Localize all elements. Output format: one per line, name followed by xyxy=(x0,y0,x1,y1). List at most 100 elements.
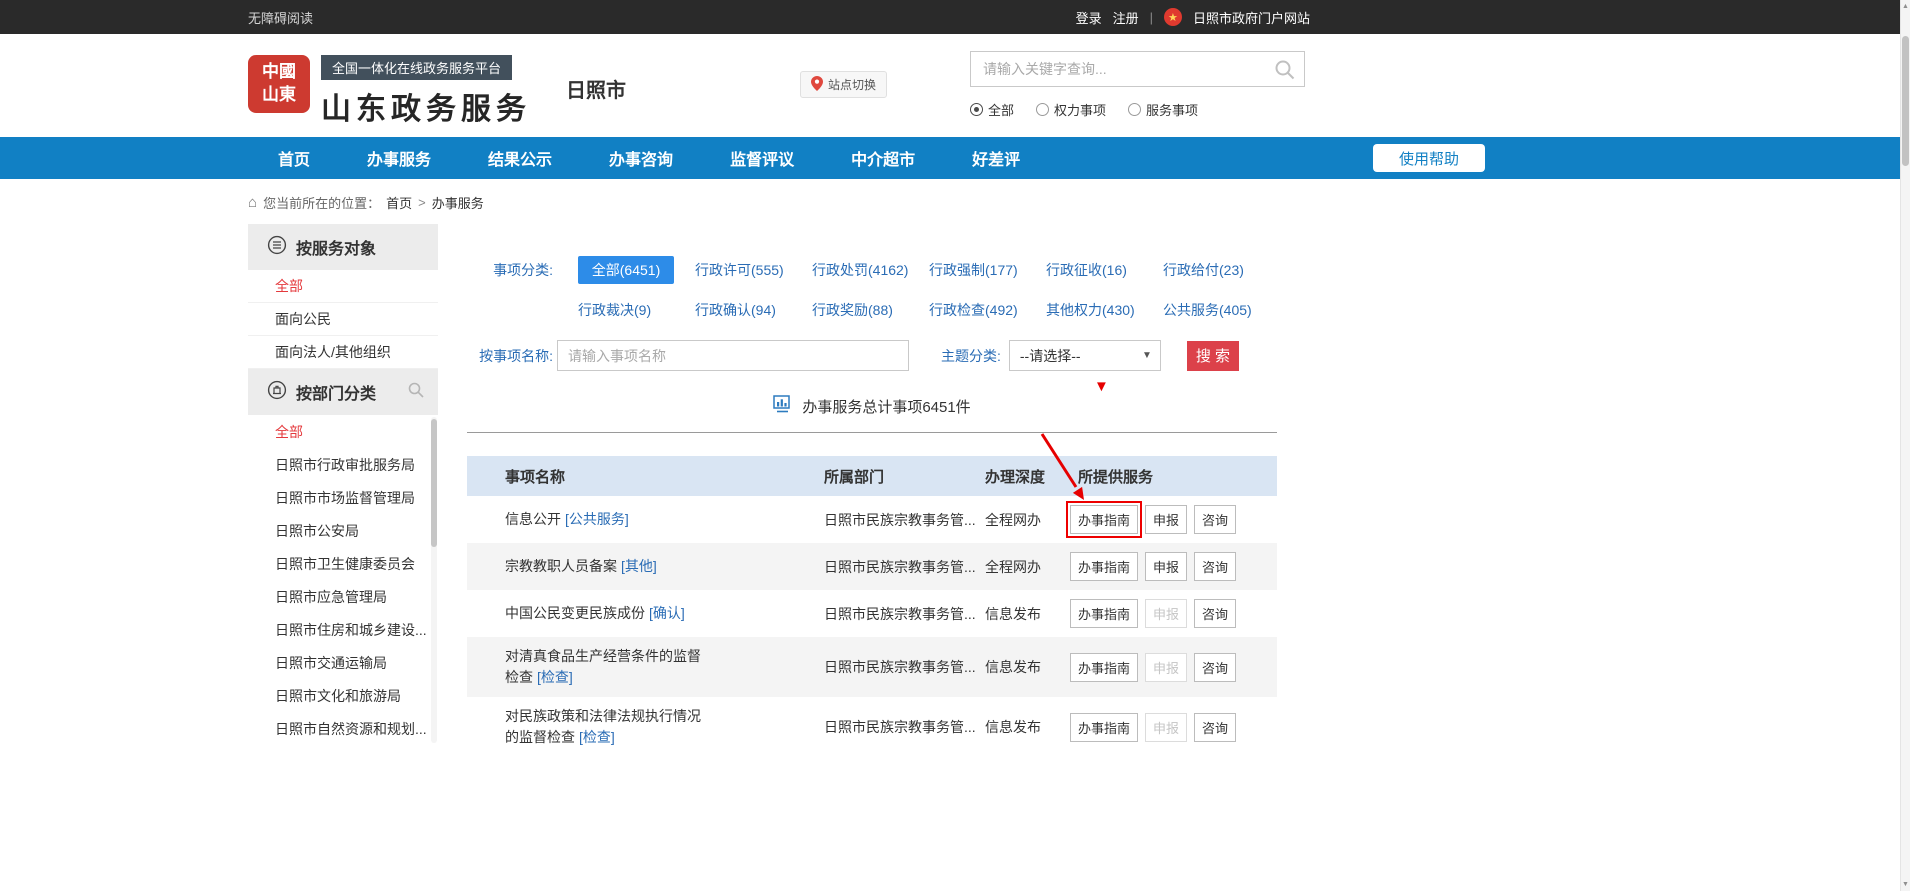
government-emblem-icon: ★ xyxy=(1164,8,1182,26)
nav-services[interactable]: 办事服务 xyxy=(367,146,431,170)
nav-home[interactable]: 首页 xyxy=(278,146,310,170)
nav-consultation[interactable]: 办事咨询 xyxy=(609,146,673,170)
radio-service-items-label: 服务事项 xyxy=(1146,100,1198,119)
nav-rating[interactable]: 好差评 xyxy=(972,146,1020,170)
item-name[interactable]: 对清真食品生产经营条件的监督检查 xyxy=(505,648,701,685)
radio-all[interactable]: 全部 xyxy=(970,100,1014,119)
consult-button[interactable]: 咨询 xyxy=(1194,505,1236,534)
radio-power-items[interactable]: 权力事项 xyxy=(1036,100,1106,119)
sidebar-scrollbar-track[interactable] xyxy=(431,417,437,743)
sidebar-scrollbar-thumb[interactable] xyxy=(431,419,437,547)
category-administrative-ruling[interactable]: 行政裁决(9) xyxy=(578,296,695,324)
category-administrative-award[interactable]: 行政奖励(88) xyxy=(812,296,929,324)
portal-site-link[interactable]: 日照市政府门户网站 xyxy=(1193,8,1310,27)
table-row: 对民族政策和法律法规执行情况的监督检查[检查] 日照市民族宗教事务管... 信息… xyxy=(467,697,1277,757)
category-administrative-penalty[interactable]: 行政处罚(4162) xyxy=(812,256,929,284)
consult-button[interactable]: 咨询 xyxy=(1194,713,1236,742)
category-filter-label: 事项分类: xyxy=(467,256,553,324)
category-administrative-inspection[interactable]: 行政检查(492) xyxy=(929,296,1046,324)
sidebar: 按服务对象 全部 面向公民 面向法人/其他组织 按部门分类 全部 日照市行政审批… xyxy=(248,224,438,745)
page-scrollbar[interactable]: ▲ ▼ xyxy=(1900,0,1910,891)
item-department: 日照市民族宗教事务管... xyxy=(812,697,977,757)
guide-button[interactable]: 办事指南 xyxy=(1070,552,1138,581)
guide-button[interactable]: 办事指南 xyxy=(1070,713,1138,742)
breadcrumb-home-link[interactable]: 首页 xyxy=(386,193,412,212)
guide-button[interactable]: 办事指南 xyxy=(1070,599,1138,628)
guide-button[interactable]: 办事指南 xyxy=(1070,653,1138,682)
category-administrative-license[interactable]: 行政许可(555) xyxy=(695,256,812,284)
radio-service-items[interactable]: 服务事项 xyxy=(1128,100,1198,119)
category-all[interactable]: 全部(6451) xyxy=(578,256,674,284)
scroll-up-icon[interactable]: ▲ xyxy=(1901,3,1910,10)
nav-intermediary[interactable]: 中介超市 xyxy=(851,146,915,170)
sidebar-item-department[interactable]: 日照市卫生健康委员会 xyxy=(248,547,438,580)
consult-button[interactable]: 咨询 xyxy=(1194,653,1236,682)
nav-supervision[interactable]: 监督评议 xyxy=(730,146,794,170)
sidebar-item-department[interactable]: 日照市交通运输局 xyxy=(248,646,438,679)
category-administrative-payment[interactable]: 行政给付(23) xyxy=(1163,256,1280,284)
sidebar-item-department[interactable]: 日照市住房和城乡建设... xyxy=(248,613,438,646)
sidebar-item-department[interactable]: 日照市文化和旅游局 xyxy=(248,679,438,712)
sidebar-item-department[interactable]: 日照市市场监督管理局 xyxy=(248,481,438,514)
sidebar-item-citizens[interactable]: 面向公民 xyxy=(248,303,438,336)
topic-select[interactable]: --请选择-- ▼ xyxy=(1009,340,1161,371)
radio-dot-icon xyxy=(1128,103,1141,116)
accessibility-link[interactable]: 无障碍阅读 xyxy=(248,8,313,27)
topbar-divider: | xyxy=(1150,10,1153,25)
item-department: 日照市民族宗教事务管... xyxy=(812,496,977,543)
sidebar-item-department[interactable]: 日照市公安局 xyxy=(248,514,438,547)
category-other-powers[interactable]: 其他权力(430) xyxy=(1046,296,1163,324)
category-administrative-confirmation[interactable]: 行政确认(94) xyxy=(695,296,812,324)
sidebar-item-all-targets[interactable]: 全部 xyxy=(248,270,438,303)
consult-button[interactable]: 咨询 xyxy=(1194,599,1236,628)
table-header-row: 事项名称 所属部门 办理深度 所提供服务 xyxy=(467,456,1277,496)
breadcrumb: ⌂ 您当前所在的位置： 首页 > 办事服务 xyxy=(248,193,1910,212)
item-tag-link[interactable]: [公共服务] xyxy=(565,511,629,527)
sidebar-item-legal-persons[interactable]: 面向法人/其他组织 xyxy=(248,336,438,369)
item-depth: 信息发布 xyxy=(977,637,1062,697)
item-tag-link[interactable]: [检查] xyxy=(537,669,573,685)
apply-button[interactable]: 申报 xyxy=(1145,552,1187,581)
table-row: 信息公开[公共服务] 日照市民族宗教事务管... 全程网办 办事指南申报咨询 xyxy=(467,496,1277,543)
nav-results[interactable]: 结果公示 xyxy=(488,146,552,170)
sidebar-item-all-departments[interactable]: 全部 xyxy=(248,415,438,448)
table-row: 宗教教职人员备案[其他] 日照市民族宗教事务管... 全程网办 办事指南申报咨询 xyxy=(467,543,1277,590)
sidebar-item-department[interactable]: 日照市自然资源和规划... xyxy=(248,712,438,745)
logo[interactable]: 中國山東 全国一体化在线政务服务平台 山东政务服务 xyxy=(248,55,531,128)
site-switch-button[interactable]: 站点切换 xyxy=(800,71,887,98)
item-depth: 信息发布 xyxy=(977,590,1062,637)
register-link[interactable]: 注册 xyxy=(1113,8,1139,27)
keyword-search-input[interactable] xyxy=(971,52,1304,86)
page-scrollbar-thumb[interactable] xyxy=(1902,36,1909,166)
help-button[interactable]: 使用帮助 xyxy=(1373,144,1485,172)
item-name[interactable]: 宗教教职人员备案 xyxy=(505,558,617,574)
item-tag-link[interactable]: [其他] xyxy=(621,558,657,574)
category-administrative-collection[interactable]: 行政征收(16) xyxy=(1046,256,1163,284)
login-link[interactable]: 登录 xyxy=(1076,8,1102,27)
sidebar-item-department[interactable]: 日照市行政审批服务局 xyxy=(248,448,438,481)
home-icon: ⌂ xyxy=(248,194,257,211)
content: 按服务对象 全部 面向公民 面向法人/其他组织 按部门分类 全部 日照市行政审批… xyxy=(248,224,1488,757)
scroll-down-icon[interactable]: ▼ xyxy=(1901,881,1910,888)
topbar: 无障碍阅读 登录 注册 | ★ 日照市政府门户网站 xyxy=(0,0,1910,34)
chevron-down-icon: ▼ xyxy=(1142,350,1152,361)
item-name[interactable]: 中国公民变更民族成份 xyxy=(505,605,645,621)
consult-button[interactable]: 咨询 xyxy=(1194,552,1236,581)
col-header-department: 所属部门 xyxy=(812,456,977,496)
category-list: 全部(6451) 行政许可(555) 行政处罚(4162) 行政强制(177) … xyxy=(578,256,1280,324)
sidebar-item-department[interactable]: 日照市应急管理局 xyxy=(248,580,438,613)
table-row: 对清真食品生产经营条件的监督检查[检查] 日照市民族宗教事务管... 信息发布 … xyxy=(467,637,1277,697)
department-search-icon[interactable] xyxy=(407,381,425,404)
breadcrumb-current[interactable]: 办事服务 xyxy=(432,193,484,212)
item-tag-link[interactable]: [检查] xyxy=(579,729,615,745)
item-name[interactable]: 信息公开 xyxy=(505,511,561,527)
city-name: 日照市 xyxy=(566,74,626,103)
category-administrative-coercion[interactable]: 行政强制(177) xyxy=(929,256,1046,284)
apply-button[interactable]: 申报 xyxy=(1145,505,1187,534)
item-tag-link[interactable]: [确认] xyxy=(649,605,685,621)
category-public-service[interactable]: 公共服务(405) xyxy=(1163,296,1280,324)
search-submit-button[interactable]: 搜 索 xyxy=(1187,341,1239,371)
item-name-input[interactable] xyxy=(557,340,909,371)
search-icon[interactable] xyxy=(1274,59,1296,86)
name-search-row: 按事项名称: 主题分类: --请选择-- ▼ 搜 索 xyxy=(467,340,1277,371)
